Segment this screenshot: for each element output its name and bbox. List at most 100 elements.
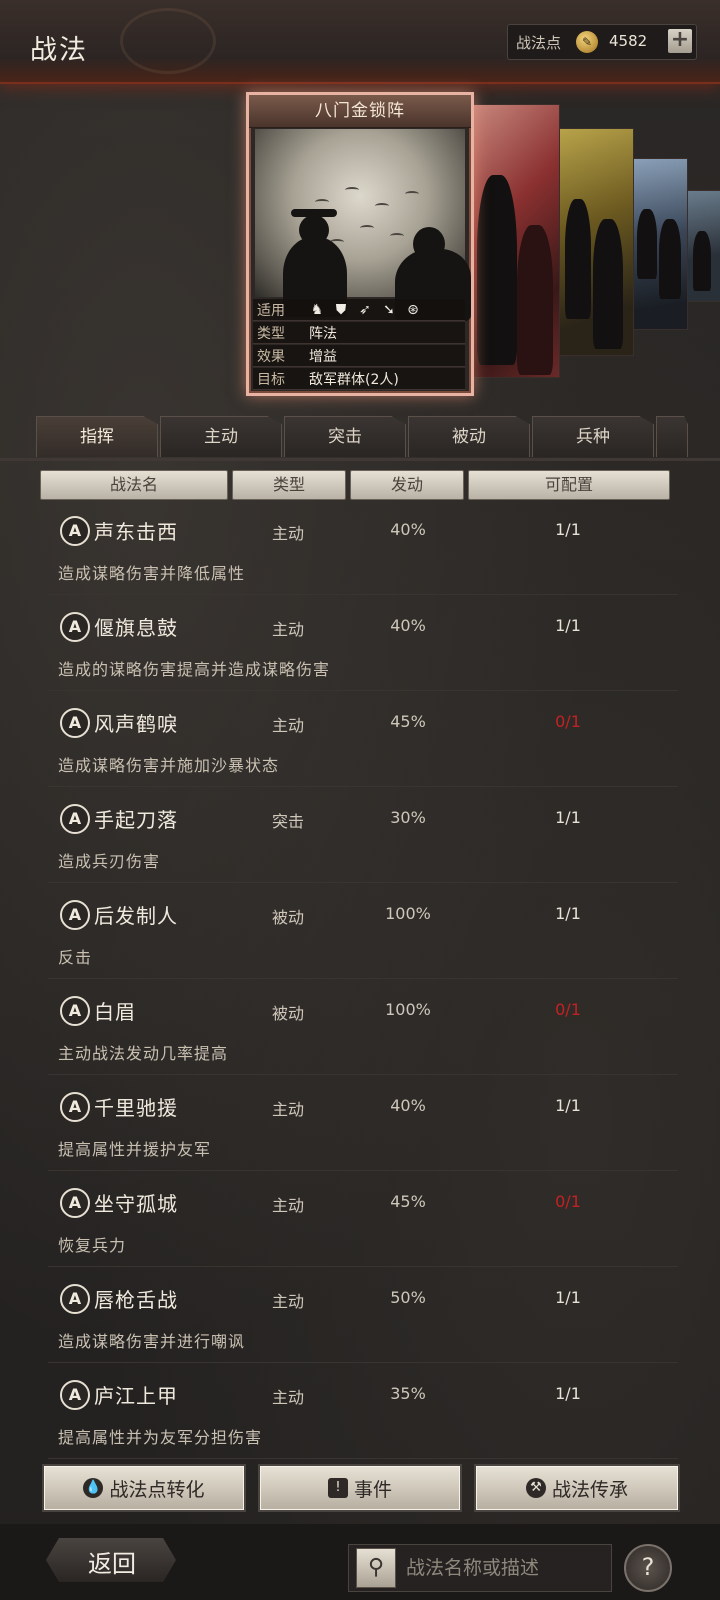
skill-points-panel: 战法点 ✎ 4582 + bbox=[507, 24, 697, 60]
info-row-type: 类型 阵法 bbox=[253, 322, 465, 344]
skill-name: 唇枪舌战 bbox=[94, 1288, 178, 1312]
tab-command[interactable]: 指挥 bbox=[36, 416, 158, 457]
skill-description: 造成谋略伤害并降低属性 bbox=[58, 564, 246, 583]
skill-type: 主动 bbox=[272, 716, 305, 735]
skill-description: 造成的谋略伤害提高并造成谋略伤害 bbox=[58, 660, 331, 679]
card-artwork bbox=[255, 129, 471, 321]
skill-name: 后发制人 bbox=[94, 904, 178, 928]
card-info-table: 适用 ♞ ⛊ ➶ ➘ ⊛ 类型 阵法 效果 增益 目标 敌军群体(2人) bbox=[253, 299, 465, 391]
selected-skill-card[interactable]: 八门金锁阵 适用 ♞ ⛊ ➶ ➘ ⊛ 类型 阵法 效果 增益 目标 敌军群体(2… bbox=[246, 92, 474, 396]
tab-more[interactable] bbox=[656, 416, 688, 457]
list-item[interactable]: A 手起刀落 突击 30% 1/1 造成兵刃伤害 bbox=[48, 794, 678, 883]
convert-points-label: 战法点转化 bbox=[109, 1478, 205, 1501]
page-title: 战法 bbox=[30, 35, 88, 66]
shield-icon: ⛊ bbox=[335, 301, 347, 318]
skill-slot: 1/1 bbox=[555, 616, 581, 635]
list-item[interactable]: A 声东击西 主动 40% 1/1 造成谋略伤害并降低属性 bbox=[48, 506, 678, 595]
skill-slot: 1/1 bbox=[555, 1096, 581, 1115]
info-row-target: 目标 敌军群体(2人) bbox=[253, 368, 465, 390]
list-item[interactable]: A 白眉 被动 100% 0/1 主动战法发动几率提高 bbox=[48, 986, 678, 1075]
info-key: 目标 bbox=[257, 371, 285, 388]
skill-rate: 40% bbox=[390, 1096, 426, 1115]
list-item[interactable]: A 风声鹤唳 主动 45% 0/1 造成谋略伤害并施加沙暴状态 bbox=[48, 698, 678, 787]
card-title: 八门金锁阵 bbox=[249, 95, 471, 128]
column-header-slot[interactable]: 可配置 bbox=[468, 470, 670, 500]
search-icon[interactable]: ⚲ bbox=[356, 1548, 396, 1588]
list-item[interactable]: A 庐江上甲 主动 35% 1/1 提高属性并为友军分担伤害 bbox=[48, 1370, 678, 1459]
list-item[interactable]: A 坐守孤城 主动 45% 0/1 恢复兵力 bbox=[48, 1178, 678, 1267]
skill-type: 主动 bbox=[272, 620, 305, 639]
skill-slot: 1/1 bbox=[555, 1384, 581, 1403]
tab-passive[interactable]: 被动 bbox=[408, 416, 530, 457]
skill-slot: 1/1 bbox=[555, 904, 581, 923]
skill-name: 庐江上甲 bbox=[94, 1384, 178, 1408]
card-back-1[interactable] bbox=[468, 104, 560, 378]
grade-badge: A bbox=[60, 1284, 90, 1314]
list-item[interactable]: A 千里驰援 主动 40% 1/1 提高属性并援护友军 bbox=[48, 1082, 678, 1171]
hammer-icon: ⚒ bbox=[525, 1478, 546, 1498]
inherit-skill-button[interactable]: ⚒ 战法传承 bbox=[474, 1464, 680, 1512]
back-button-label[interactable]: 返回 bbox=[88, 1544, 136, 1579]
skill-rate: 40% bbox=[390, 520, 426, 539]
card-back-3[interactable] bbox=[632, 158, 688, 330]
card-back-4[interactable] bbox=[686, 190, 720, 302]
cloud-ornament-icon bbox=[120, 8, 216, 74]
skill-description: 造成谋略伤害并施加沙暴状态 bbox=[58, 756, 280, 775]
skill-name: 偃旗息鼓 bbox=[94, 616, 178, 640]
skill-description: 反击 bbox=[58, 948, 93, 967]
skill-rate: 45% bbox=[390, 1192, 426, 1211]
events-button[interactable]: ! 事件 bbox=[258, 1464, 462, 1512]
add-points-button[interactable]: + bbox=[668, 29, 692, 53]
troop-type-icons: ♞ ⛊ ➶ ➘ ⊛ bbox=[301, 302, 421, 318]
grade-badge: A bbox=[60, 804, 90, 834]
skill-rate: 100% bbox=[385, 904, 431, 923]
info-row-applicable: 适用 ♞ ⛊ ➶ ➘ ⊛ bbox=[253, 299, 465, 321]
bow-icon: ➶ bbox=[359, 301, 371, 318]
column-header-rate[interactable]: 发动 bbox=[350, 470, 464, 500]
skill-slot: 1/1 bbox=[555, 520, 581, 539]
help-button[interactable]: ? bbox=[624, 1544, 672, 1592]
convert-points-button[interactable]: 💧 战法点转化 bbox=[42, 1464, 246, 1512]
skill-description: 造成兵刃伤害 bbox=[58, 852, 161, 871]
skill-rate: 50% bbox=[390, 1288, 426, 1307]
skill-name: 白眉 bbox=[94, 1000, 136, 1024]
skill-list: A 声东击西 主动 40% 1/1 造成谋略伤害并降低属性 A 偃旗息鼓 主动 … bbox=[48, 506, 678, 1466]
skill-points-value: 4582 bbox=[609, 32, 648, 50]
info-key: 类型 bbox=[257, 325, 285, 342]
skill-description: 提高属性并援护友军 bbox=[58, 1140, 212, 1159]
skill-name: 风声鹤唳 bbox=[94, 712, 178, 736]
skill-description: 提高属性并为友军分担伤害 bbox=[58, 1428, 263, 1447]
column-header-type[interactable]: 类型 bbox=[232, 470, 346, 500]
skill-rate: 30% bbox=[390, 808, 426, 827]
search-input[interactable] bbox=[404, 1548, 608, 1588]
list-item[interactable]: A 偃旗息鼓 主动 40% 1/1 造成的谋略伤害提高并造成谋略伤害 bbox=[48, 602, 678, 691]
info-value: 增益 bbox=[309, 348, 337, 365]
info-value: 阵法 bbox=[309, 325, 337, 342]
list-item[interactable]: A 后发制人 被动 100% 1/1 反击 bbox=[48, 890, 678, 979]
tab-troop[interactable]: 兵种 bbox=[532, 416, 654, 457]
skill-slot: 0/1 bbox=[555, 1192, 581, 1211]
grade-badge: A bbox=[60, 900, 90, 930]
tab-active[interactable]: 主动 bbox=[160, 416, 282, 457]
info-key: 适用 bbox=[257, 302, 285, 319]
card-back-2[interactable] bbox=[558, 128, 634, 356]
skill-type: 被动 bbox=[272, 1004, 305, 1023]
skill-type: 主动 bbox=[272, 1292, 305, 1311]
skill-name: 手起刀落 bbox=[94, 808, 178, 832]
info-key: 效果 bbox=[257, 348, 285, 365]
wheel-icon: ⊛ bbox=[407, 301, 419, 318]
skill-points-label: 战法点 bbox=[516, 34, 562, 52]
grade-badge: A bbox=[60, 708, 90, 738]
skill-type: 被动 bbox=[272, 908, 305, 927]
skill-name: 坐守孤城 bbox=[94, 1192, 178, 1216]
list-item[interactable]: A 唇枪舌战 主动 50% 1/1 造成谋略伤害并进行嘲讽 bbox=[48, 1274, 678, 1363]
grade-badge: A bbox=[60, 996, 90, 1026]
column-header-name[interactable]: 战法名 bbox=[40, 470, 228, 500]
skill-type: 主动 bbox=[272, 1388, 305, 1407]
skill-description: 恢复兵力 bbox=[58, 1236, 127, 1255]
skill-type: 主动 bbox=[272, 524, 305, 543]
tab-assault[interactable]: 突击 bbox=[284, 416, 406, 457]
inherit-skill-label: 战法传承 bbox=[551, 1478, 628, 1501]
skill-type: 主动 bbox=[272, 1196, 305, 1215]
grade-badge: A bbox=[60, 612, 90, 642]
